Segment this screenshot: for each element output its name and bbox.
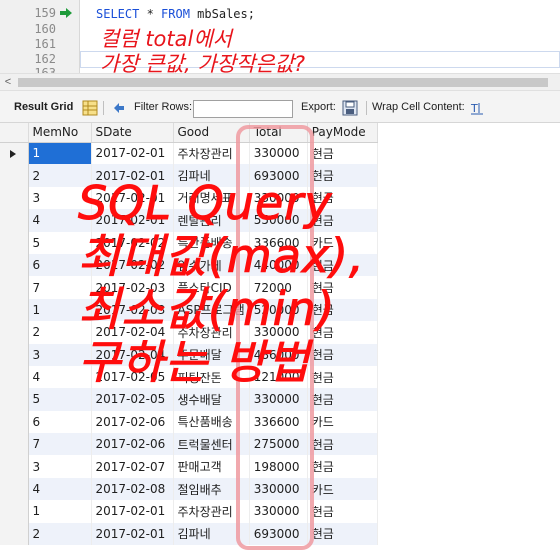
table-row[interactable]: 2 2017-02-01 김파네 693000 현금	[0, 522, 378, 546]
cell-paymode[interactable]: 현금	[307, 433, 378, 456]
row-marker[interactable]	[0, 388, 29, 411]
cell-paymode[interactable]: 현금	[307, 455, 378, 478]
wrap-cell-label: Wrap Cell Content:	[372, 101, 465, 113]
row-marker[interactable]	[0, 276, 29, 299]
line-number: 162	[34, 52, 56, 66]
result-grid-button[interactable]: Result Grid	[14, 91, 73, 124]
horizontal-scrollbar[interactable]: <	[0, 73, 560, 90]
grid-icon[interactable]	[82, 100, 98, 116]
row-marker[interactable]	[0, 298, 29, 322]
row-marker[interactable]	[0, 410, 29, 434]
row-marker[interactable]	[0, 253, 29, 277]
row-marker[interactable]	[0, 343, 29, 366]
header-row: MemNo SDate Good Total PayMode	[0, 123, 378, 143]
cell-sdate[interactable]: 2017-02-06	[91, 433, 174, 456]
toolbar-separator	[103, 101, 104, 115]
column-header-paymode[interactable]: PayMode	[307, 123, 378, 143]
sql-statement[interactable]: SELECT * FROM mbSales;	[96, 7, 255, 22]
sql-keyword-select: SELECT	[96, 7, 140, 21]
overlay-line: 최대값(max),	[78, 229, 365, 283]
overlay-line: 구하는 방법	[78, 335, 311, 389]
row-marker[interactable]	[0, 522, 29, 546]
cell-sdate[interactable]: 2017-02-01	[91, 500, 174, 523]
cell-sdate[interactable]: 2017-02-07	[91, 455, 174, 478]
cell-sdate[interactable]: 2017-02-01	[91, 522, 174, 546]
row-marker[interactable]	[0, 231, 29, 254]
handwritten-note-line2: 가장 큰값, 가장작은값?	[100, 52, 306, 73]
cell-memno[interactable]: 6	[28, 410, 92, 434]
wrap-cell-icon[interactable]: T	[469, 100, 485, 116]
line-number: 163	[34, 66, 56, 73]
table-row[interactable]: 4 2017-02-08 절임배추 330000 카드	[0, 477, 378, 501]
row-marker[interactable]	[0, 209, 29, 232]
cell-memno[interactable]: 5	[28, 388, 92, 411]
overlay-line: SQL Query	[78, 176, 333, 230]
refresh-icon[interactable]	[111, 100, 127, 116]
filter-rows-label: Filter Rows:	[134, 101, 193, 113]
table-row[interactable]: 5 2017-02-05 생수배달 330000 현금	[0, 388, 378, 411]
table-row[interactable]: 7 2017-02-06 트럭물센터 275000 현금	[0, 433, 378, 456]
row-marker-header	[0, 123, 29, 143]
sql-editor[interactable]: 159 160 161 162 163 SELECT * FROM mbSale…	[0, 0, 560, 73]
line-gutter: 159 160 161 162 163	[0, 0, 80, 73]
cell-paymode[interactable]: 현금	[307, 142, 378, 165]
execute-arrow-icon	[60, 8, 72, 18]
row-marker[interactable]	[0, 164, 29, 187]
cell-sdate[interactable]: 2017-02-08	[91, 477, 174, 501]
row-marker[interactable]	[0, 365, 29, 389]
column-header-sdate[interactable]: SDate	[91, 123, 174, 143]
result-toolbar: Result Grid Filter Rows: Export: Wrap Ce…	[0, 90, 560, 123]
sql-table-name: mbSales;	[189, 7, 255, 21]
row-marker[interactable]	[0, 433, 29, 456]
overlay-line: 최소값(min)	[78, 282, 336, 336]
cell-paymode[interactable]: 현금	[307, 388, 378, 411]
row-marker[interactable]	[0, 500, 29, 523]
cell-paymode[interactable]: 현금	[307, 500, 378, 523]
cell-sdate[interactable]: 2017-02-05	[91, 388, 174, 411]
cell-sdate[interactable]: 2017-02-01	[91, 142, 174, 165]
scroll-left-icon[interactable]: <	[2, 76, 14, 88]
cell-paymode[interactable]: 현금	[307, 522, 378, 546]
cell-memno[interactable]: 1	[28, 500, 92, 523]
column-header-memno[interactable]: MemNo	[28, 123, 92, 143]
filter-rows-input[interactable]	[193, 100, 293, 118]
export-icon[interactable]	[342, 100, 358, 116]
line-number: 159	[34, 6, 56, 20]
line-number: 160	[34, 22, 56, 36]
sql-keyword-from: FROM	[161, 7, 190, 21]
scrollbar-thumb[interactable]	[18, 78, 548, 87]
table-row[interactable]: 6 2017-02-06 특산품배송 336600 카드	[0, 410, 378, 434]
export-label: Export:	[301, 101, 336, 113]
table-row[interactable]: 1 2017-02-01 주차장관리 330000 현금	[0, 142, 378, 165]
cell-memno[interactable]: 7	[28, 433, 92, 456]
cell-memno[interactable]: 2	[28, 522, 92, 546]
row-marker[interactable]	[0, 477, 29, 501]
row-marker[interactable]	[0, 142, 29, 165]
table-row[interactable]: 1 2017-02-01 주차장관리 330000 현금	[0, 500, 378, 523]
cell-memno[interactable]: 1	[28, 142, 92, 165]
cell-memno[interactable]: 3	[28, 455, 92, 478]
cell-memno[interactable]: 4	[28, 477, 92, 501]
overlay-caption: SQL Query 최대값(max), 최소값(min) 구하는 방법	[78, 178, 548, 390]
svg-text:T: T	[470, 102, 478, 115]
table-row[interactable]: 3 2017-02-07 판매고객 198000 현금	[0, 455, 378, 478]
row-marker[interactable]	[0, 186, 29, 210]
line-number: 161	[34, 37, 56, 51]
toolbar-separator	[366, 101, 367, 115]
sql-star: *	[139, 7, 162, 21]
cell-paymode[interactable]: 카드	[307, 477, 378, 501]
cell-paymode[interactable]: 카드	[307, 410, 378, 434]
row-marker[interactable]	[0, 321, 29, 344]
handwritten-note-line1: 컬럼 total에서	[100, 27, 232, 51]
cell-sdate[interactable]: 2017-02-06	[91, 410, 174, 434]
row-marker[interactable]	[0, 455, 29, 478]
